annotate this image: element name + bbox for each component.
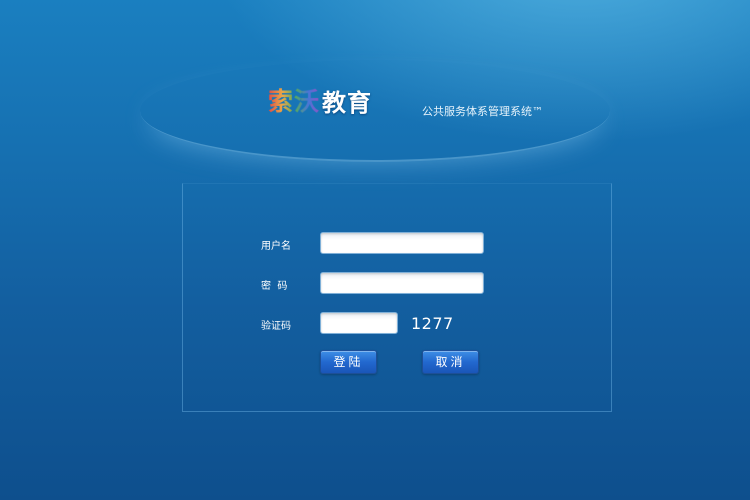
cancel-button[interactable]: 取消 (422, 350, 479, 374)
username-input[interactable] (320, 232, 484, 254)
captcha-code[interactable]: 1277 (411, 314, 454, 333)
logo-mark: 索沃 (268, 82, 320, 118)
login-page: 索沃 教育 公共服务体系管理系统™ 用户名 密 码 验证码 1277 登陆 取消 (0, 0, 750, 500)
captcha-label: 验证码 (261, 321, 291, 332)
username-label: 用户名 (261, 241, 291, 252)
password-label: 密 码 (261, 281, 288, 292)
brand-logo: 索沃 教育 (268, 82, 373, 118)
password-input[interactable] (320, 272, 484, 294)
login-button[interactable]: 登陆 (320, 350, 377, 374)
captcha-input[interactable] (320, 312, 398, 334)
logo-word: 教育 (322, 88, 373, 117)
login-panel (182, 183, 612, 412)
system-subtitle: 公共服务体系管理系统™ (422, 105, 543, 118)
